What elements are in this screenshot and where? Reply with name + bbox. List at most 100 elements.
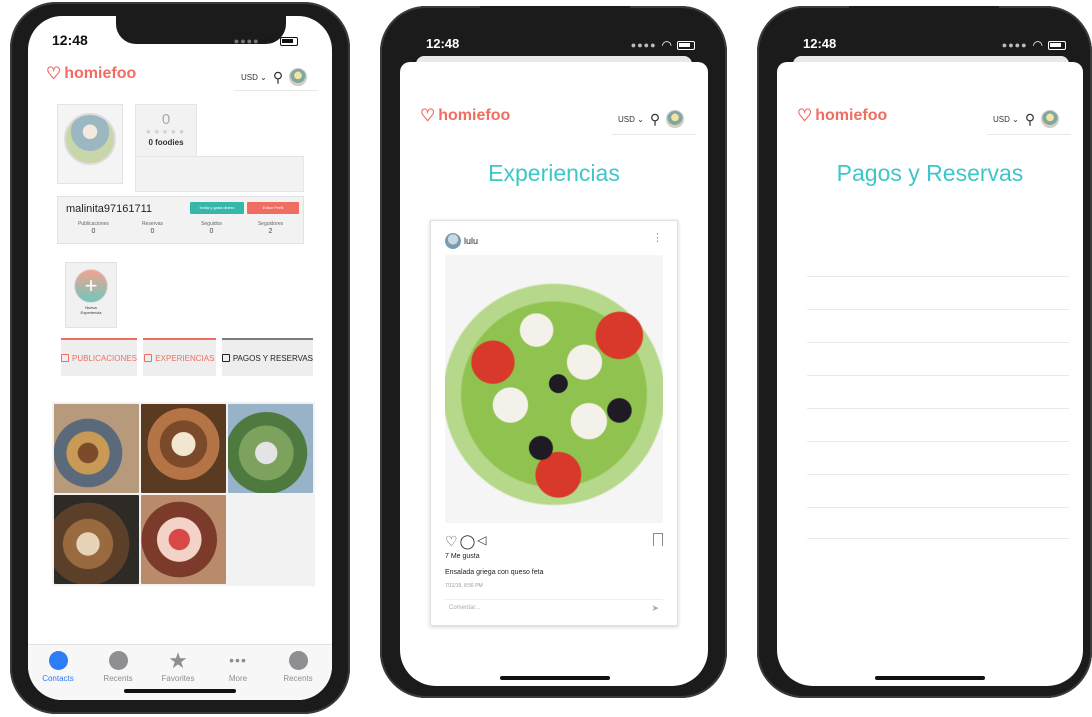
profile-photo-box[interactable] — [57, 104, 123, 184]
invite-button[interactable]: Invita y gana dinero — [190, 202, 244, 214]
list-divider — [807, 474, 1069, 475]
post-actions: ♡ ◯ ◁ — [445, 533, 486, 550]
notch — [480, 6, 630, 32]
battery-icon — [677, 40, 695, 50]
heart-logo-icon: ♡ — [46, 64, 62, 83]
author-name: lulu — [464, 236, 479, 246]
rating-count: 0 — [161, 111, 171, 128]
rating-stars: ★★★★★ — [145, 129, 187, 136]
currency-selector[interactable]: USD ⌄ — [241, 73, 267, 82]
brand-logo[interactable]: ♡ homiefoo — [46, 64, 136, 84]
heart-logo-icon: ♡ — [797, 106, 813, 125]
stat-label: Reservas — [141, 221, 164, 227]
person-circle-icon — [48, 651, 68, 670]
search-icon[interactable]: ⚲ — [273, 69, 283, 86]
list-divider — [807, 507, 1069, 508]
page-title: Pagos y Reservas — [836, 160, 1024, 186]
tabbar-label: Recents — [103, 674, 133, 683]
user-avatar[interactable] — [289, 68, 308, 86]
battery-icon — [280, 36, 298, 46]
tabbar-favorites[interactable]: ★ Favorites — [150, 648, 206, 684]
currency-label: USD — [241, 72, 258, 82]
grid-photo[interactable] — [141, 404, 226, 493]
status-icons: ●●●● ◠ — [1002, 38, 1066, 52]
experiences-icon — [144, 354, 153, 362]
grid-photo[interactable] — [228, 404, 313, 493]
new-experience-label-2: Experiencia — [80, 310, 102, 315]
stat-label: Publicaciones — [78, 221, 109, 227]
list-divider — [807, 342, 1069, 343]
grid-empty — [228, 495, 313, 584]
bookmark-icon[interactable] — [653, 533, 663, 546]
new-experience-button[interactable]: + Nueva Experiencia — [65, 262, 117, 328]
tab-experiencias[interactable]: EXPERIENCIAS — [142, 338, 216, 376]
tab-pagos-reservas[interactable]: PAGOS Y RESERVAS — [221, 338, 313, 376]
brand-logo[interactable]: ♡ homiefoo — [420, 106, 510, 126]
page-title: Experiencias — [488, 160, 620, 186]
stat-label: Seguidos — [201, 221, 222, 227]
phone-profile: 12:48 ●●●● ◠ ♡ homiefoo USD ⌄ ⚲ 0 ★★★★★ … — [10, 2, 350, 714]
heart-icon[interactable]: ♡ — [445, 533, 458, 550]
wifi-icon: ◠ — [1032, 38, 1043, 52]
edit-profile-button[interactable]: Editar Perfil — [247, 202, 299, 214]
list-divider — [807, 309, 1069, 310]
tabbar-more[interactable]: ••• More — [210, 651, 266, 683]
tabbar-contacts[interactable]: Contacts — [30, 651, 86, 683]
post-author[interactable]: lulu — [445, 233, 478, 249]
post-caption: Ensalada griega con queso feta — [445, 569, 544, 576]
brand-logo[interactable]: ♡ homiefoo — [797, 106, 887, 126]
comment-icon[interactable]: ◯ — [460, 533, 476, 550]
grid-photo[interactable] — [54, 495, 139, 584]
experience-post: lulu ⋮ ♡ ◯ ◁ 7 Me gusta Ensalada griega … — [430, 220, 678, 626]
rating-box: 0 ★★★★★ 0 foodies — [135, 104, 197, 160]
tabbar-recents-2[interactable]: Recents — [270, 651, 326, 683]
signal-icon: ●●●● — [1001, 40, 1028, 50]
profile-description — [135, 156, 304, 192]
heart-logo-icon: ♡ — [420, 106, 436, 125]
search-icon[interactable]: ⚲ — [650, 111, 660, 128]
payments-icon — [221, 354, 230, 362]
more-icon: ••• — [229, 652, 247, 668]
list-divider — [807, 375, 1069, 376]
comment-input[interactable]: Comentar... — [449, 605, 480, 611]
plus-icon: + — [74, 269, 108, 303]
stat-seguidores[interactable]: Seguidores 2 — [241, 221, 300, 235]
tab-label: EXPERIENCIAS — [155, 353, 215, 363]
experiencias-screen: ♡ homiefoo USD ⌄ ⚲ Experiencias lulu ⋮ ♡ — [400, 62, 708, 686]
username: malinita97161711 — [66, 203, 153, 215]
header-actions: USD ⌄ ⚲ — [993, 110, 1060, 128]
currency-selector[interactable]: USD ⌄ — [618, 115, 644, 124]
send-icon[interactable]: ➤ — [651, 603, 659, 614]
share-icon[interactable]: ◁ — [477, 533, 486, 550]
stat-seguidos[interactable]: Seguidos 0 — [182, 221, 241, 235]
header-divider — [234, 90, 318, 91]
status-time: 12:48 — [52, 32, 88, 48]
post-image[interactable] — [445, 255, 663, 523]
author-avatar — [445, 233, 461, 249]
grid-photo[interactable] — [141, 495, 226, 584]
profile-tabs: PUBLICACIONES EXPERIENCIAS PAGOS Y RESER… — [61, 338, 313, 376]
stat-reservas[interactable]: Reservas 0 — [123, 221, 182, 235]
stat-publicaciones[interactable]: Publicaciones 0 — [64, 221, 123, 235]
user-avatar[interactable] — [1041, 110, 1060, 128]
tab-label: PUBLICACIONES — [72, 353, 137, 363]
tabbar-label: Contacts — [42, 674, 74, 683]
grid-photo[interactable] — [54, 404, 139, 493]
stat-value: 0 — [91, 228, 96, 235]
star-icon: ★ — [168, 648, 188, 673]
status-time: 12:48 — [803, 36, 837, 51]
more-vertical-icon[interactable]: ⋮ — [652, 231, 663, 244]
photo-grid — [52, 402, 315, 586]
signal-icon: ●●●● — [630, 40, 657, 50]
stat-value: 2 — [268, 228, 273, 235]
likes-count[interactable]: 7 Me gusta — [445, 553, 480, 560]
search-icon[interactable]: ⚲ — [1025, 111, 1035, 128]
user-avatar[interactable] — [666, 110, 685, 128]
tab-publicaciones[interactable]: PUBLICACIONES — [61, 338, 137, 376]
header-divider — [612, 134, 696, 135]
currency-selector[interactable]: USD ⌄ — [993, 115, 1019, 124]
tabbar-recents[interactable]: Recents — [90, 651, 146, 683]
user-card: malinita97161711 Invita y gana dinero Ed… — [57, 196, 304, 244]
wifi-icon: ◠ — [661, 38, 672, 52]
stat-label: Seguidores — [257, 221, 284, 227]
